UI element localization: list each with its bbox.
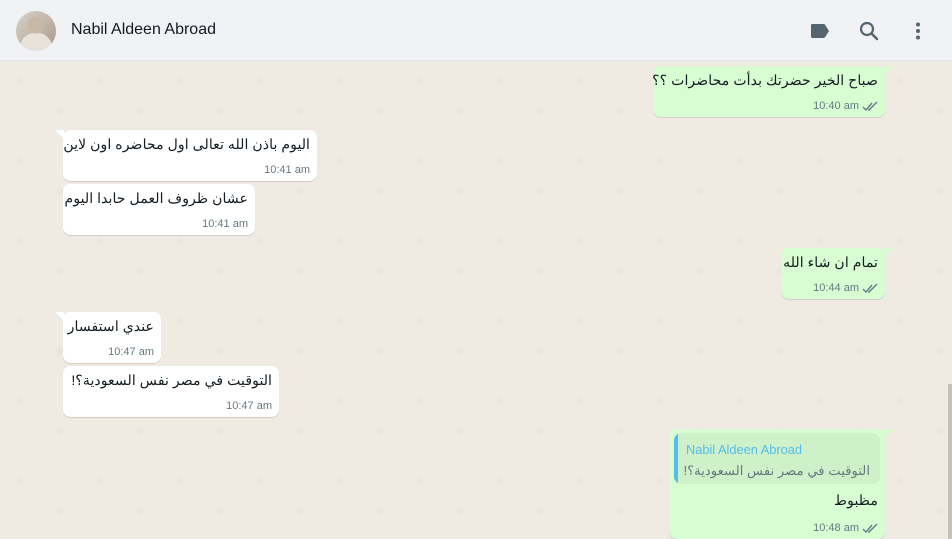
double-check-icon <box>862 283 878 293</box>
message-time: 10:41 am <box>202 218 248 230</box>
menu-icon[interactable] <box>906 19 930 43</box>
message-meta: 10:47 am <box>226 400 272 412</box>
contact-avatar[interactable] <box>16 11 56 51</box>
message-meta: 10:41 am <box>202 218 248 230</box>
message-bubble-incoming[interactable]: اليوم باذن الله تعالى اول محاضره اون لاي… <box>55 130 317 181</box>
message-time: 10:41 am <box>264 164 310 176</box>
message-time: 10:48 am <box>813 522 859 534</box>
message-meta: 10:41 am <box>264 164 310 176</box>
quote-author: Nabil Aldeen Abroad <box>686 442 802 457</box>
message-text: اليوم باذن الله تعالى اول محاضره اون لاي… <box>63 137 310 153</box>
message-text: عندي استفسار <box>67 319 154 335</box>
message-bubble-outgoing[interactable]: صباح الخير حضرتك بدأت محاضرات ؟؟ 10:40 a… <box>652 66 893 117</box>
message-text: التوقيت في مصر نفس السعودية؟! <box>71 373 272 389</box>
label-icon[interactable] <box>808 19 832 43</box>
message-meta: 10:40 am <box>813 100 878 112</box>
message-time: 10:47 am <box>108 346 154 358</box>
message-text: صباح الخير حضرتك بدأت محاضرات ؟؟ <box>652 73 878 89</box>
message-meta: 10:48 am <box>813 522 878 534</box>
message-bubble-outgoing-reply[interactable]: Nabil Aldeen Abroad التوقيت في مصر نفس ا… <box>669 429 893 539</box>
message-text: تمام ان شاء الله <box>783 255 878 271</box>
message-time: 10:40 am <box>813 100 859 112</box>
message-time: 10:47 am <box>226 400 272 412</box>
message-meta: 10:47 am <box>108 346 154 358</box>
message-time: 10:44 am <box>813 282 859 294</box>
contact-name[interactable]: Nabil Aldeen Abroad <box>71 21 216 39</box>
double-check-icon <box>862 523 878 533</box>
message-bubble-incoming[interactable]: عندي استفسار 10:47 am <box>55 312 161 363</box>
message-bubble-incoming[interactable]: عشان ظروف العمل حابدا اليوم 10:41 am <box>63 184 255 235</box>
message-text: مظبوط <box>834 493 878 509</box>
message-bubble-outgoing[interactable]: تمام ان شاء الله 10:44 am <box>781 248 893 299</box>
quoted-message[interactable]: Nabil Aldeen Abroad التوقيت في مصر نفس ا… <box>674 433 880 484</box>
message-meta: 10:44 am <box>813 282 878 294</box>
search-icon[interactable] <box>857 19 881 43</box>
chat-scrollbar[interactable] <box>948 384 952 539</box>
quote-text: التوقيت في مصر نفس السعودية؟! <box>683 463 871 478</box>
double-check-icon <box>862 101 878 111</box>
chat-header[interactable]: Nabil Aldeen Abroad <box>0 0 952 61</box>
message-bubble-incoming[interactable]: التوقيت في مصر نفس السعودية؟! 10:47 am <box>63 366 279 417</box>
quote-accent-bar <box>674 433 678 484</box>
message-text: عشان ظروف العمل حابدا اليوم <box>64 191 248 207</box>
